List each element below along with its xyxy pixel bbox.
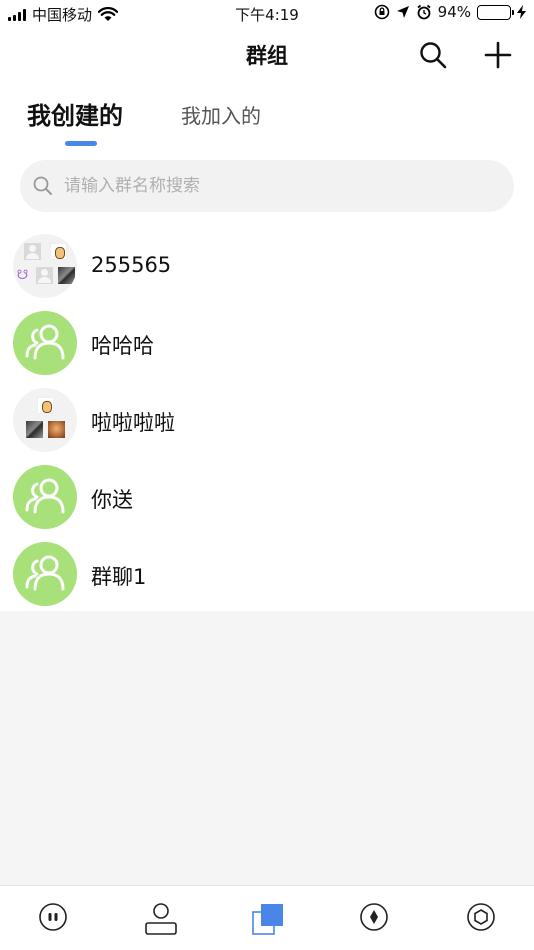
member-avatar [26, 421, 43, 438]
list-item[interactable]: ☋ 255565 [0, 225, 534, 303]
location-arrow-icon [396, 6, 409, 18]
contacts-icon [145, 903, 177, 935]
battery-icon [477, 4, 514, 20]
member-avatar [36, 267, 53, 284]
search-box[interactable] [20, 160, 514, 212]
rotation-lock-icon [374, 4, 389, 20]
tab-bar-chat[interactable] [0, 886, 106, 950]
group-people-icon [13, 542, 77, 606]
groups-icon [252, 904, 283, 935]
alarm-icon [417, 4, 431, 20]
navigation-bar: 群组 [0, 28, 534, 82]
search-section [0, 154, 534, 222]
member-avatar [48, 421, 65, 438]
add-icon[interactable] [483, 40, 513, 70]
list-item[interactable]: 哈哈哈 [0, 302, 534, 380]
status-right: 94% [374, 3, 526, 21]
group-people-icon [13, 311, 77, 375]
compass-icon [360, 903, 388, 931]
rabbit-icon: ☋ [16, 268, 29, 283]
search-icon[interactable] [418, 40, 448, 70]
group-avatar-grid [13, 388, 77, 452]
group-tabs: 我创建的 我加入的 [0, 82, 534, 154]
group-name: 255565 [91, 253, 172, 277]
group-name: 你送 [91, 488, 133, 512]
group-people-icon [13, 465, 77, 529]
group-name: 啦啦啦啦 [91, 411, 175, 435]
list-item[interactable]: 群聊1 [0, 533, 534, 611]
member-avatar [37, 397, 54, 414]
group-list: ☋ 255565 哈哈哈 啦啦啦啦 你送 群聊1 [0, 222, 534, 611]
group-name: 群聊1 [91, 565, 147, 589]
tab-bar-contacts[interactable] [107, 886, 213, 950]
tab-bar-groups[interactable] [214, 886, 320, 950]
search-input[interactable] [64, 176, 484, 196]
tab-created[interactable]: 我创建的 [27, 96, 123, 131]
group-name: 哈哈哈 [91, 334, 154, 358]
charging-bolt-icon [517, 5, 526, 19]
tab-bar-settings[interactable] [428, 886, 534, 950]
settings-hexagon-icon [467, 903, 495, 931]
list-item[interactable]: 你送 [0, 456, 534, 534]
active-tab-indicator [65, 141, 97, 146]
chat-bubble-icon [39, 903, 67, 931]
group-avatar-grid: ☋ [13, 234, 77, 298]
member-avatar [24, 243, 41, 260]
tab-bar-discover[interactable] [321, 886, 427, 950]
bottom-tab-bar [0, 885, 534, 950]
member-avatar [50, 243, 67, 260]
battery-percent: 94% [437, 3, 471, 21]
member-avatar [58, 267, 75, 284]
list-item[interactable]: 啦啦啦啦 [0, 379, 534, 457]
page-title: 群组 [246, 44, 288, 68]
status-bar: 中国移动 下午4:19 94% [0, 0, 534, 28]
tab-joined[interactable]: 我加入的 [181, 100, 261, 129]
search-input-icon [33, 176, 52, 195]
